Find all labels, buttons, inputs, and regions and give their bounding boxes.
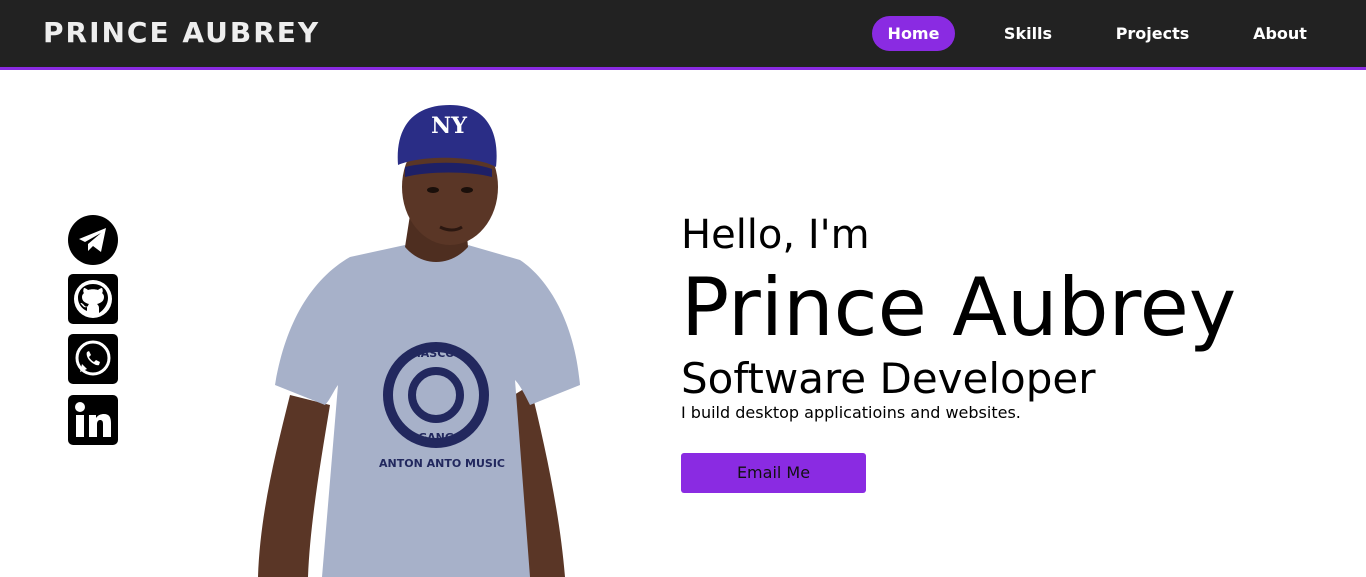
shirt-logo-bottom: GANG — [418, 431, 454, 444]
hero-greeting: Hello, I'm — [681, 212, 870, 258]
nav-projects-link[interactable]: Projects — [1100, 16, 1205, 51]
whatsapp-icon — [68, 334, 118, 384]
email-me-button[interactable]: Email Me — [681, 453, 866, 493]
nav-about-link[interactable]: About — [1237, 16, 1323, 51]
github-link[interactable] — [68, 274, 118, 324]
telegram-icon — [68, 215, 118, 265]
cap-logo: NY — [431, 113, 467, 139]
site-brand[interactable]: PRINCE AUBREY — [43, 16, 320, 50]
linkedin-icon — [68, 395, 118, 445]
hero-name: Prince Aubrey — [681, 261, 1237, 354]
navbar: PRINCE AUBREY Home Skills Projects About — [0, 0, 1366, 70]
linkedin-link[interactable] — [68, 395, 118, 445]
whatsapp-link[interactable] — [68, 334, 118, 384]
telegram-link[interactable] — [68, 215, 118, 265]
github-icon — [68, 274, 118, 324]
hero-tagline: I build desktop applicatioins and websit… — [681, 403, 1021, 422]
nav-skills-link[interactable]: Skills — [988, 16, 1068, 51]
profile-photo: NY MASCOT GANG ANTON ANTO MUSIC — [258, 105, 580, 577]
hero-role: Software Developer — [681, 354, 1096, 403]
nav-home-link[interactable]: Home — [872, 16, 955, 51]
shirt-logo-caption: ANTON ANTO MUSIC — [379, 457, 505, 470]
shirt-logo-top: MASCOT — [410, 347, 463, 360]
